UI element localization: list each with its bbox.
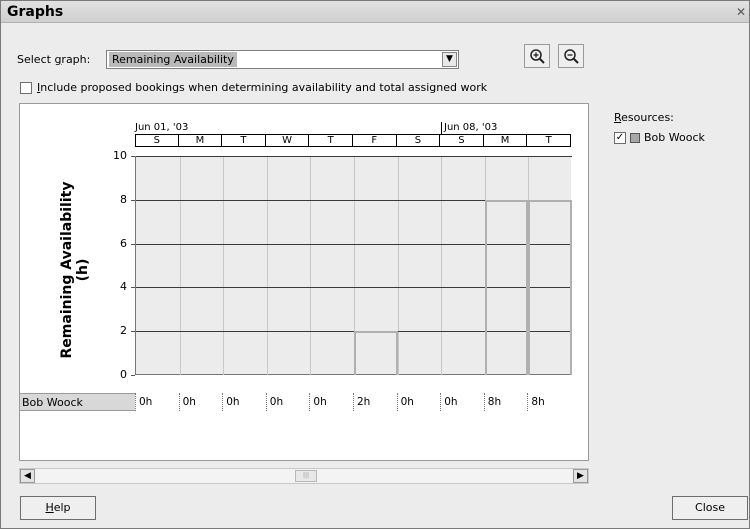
graph-panel: Jun 01, '03 Jun 08, '03 SMTWTFSSMT 02468… [19,103,589,461]
day-header-cell: S [440,135,484,147]
scroll-right-icon[interactable]: ▶ [573,469,588,483]
resource-value-cell: 8h [483,393,528,411]
day-header-cell: W [265,135,310,147]
include-proposed-label: Include proposed bookings when determini… [37,81,488,94]
close-button[interactable]: Close [672,496,748,520]
window-close-icon[interactable]: ✕ [735,5,747,19]
day-header-cell: F [353,135,397,147]
y-tick [131,243,135,245]
availability-bar [354,331,398,375]
gridline [136,156,572,157]
resource-value-cell: 0h [222,393,266,411]
title-bar: Graphs ✕ [1,1,749,23]
day-header-cell: T [222,135,266,147]
resource-value-cell: 8h [527,393,571,411]
resources-label: Resources: [614,111,674,124]
day-header-cell: M [483,135,528,147]
y-tick [131,375,135,376]
chart-plot-area [135,156,572,375]
resource-color-swatch [630,133,640,143]
select-graph-dropdown[interactable]: Remaining Availability ▼ [106,50,459,69]
day-header-cell: S [396,135,441,147]
scroll-thumb[interactable]: ||| [295,470,317,482]
day-header-cell: T [527,135,571,147]
day-header-cell: T [309,135,353,147]
zoom-in-icon [530,49,545,64]
resource-name: Bob Woock [644,131,705,144]
y-axis-label: Remaining Availability (h) [59,181,91,359]
graphs-dialog: Graphs ✕ Select graph: Remaining Availab… [0,0,750,529]
resource-value-cell: 0h [178,393,223,411]
column-separator [179,156,181,375]
zoom-in-button[interactable] [524,44,550,68]
y-tick-label: 8 [120,192,127,206]
y-tick-label: 0 [120,368,127,381]
y-tick-label: 2 [120,324,127,338]
select-graph-value: Remaining Availability [109,52,237,67]
resource-checkbox[interactable]: ✓ [614,132,626,144]
column-separator [266,156,268,375]
resource-value-cell: 0h [309,393,353,411]
resource-row-label: Bob Woock [20,393,135,411]
y-tick [131,156,135,157]
resource-value-cell: 0h [265,393,310,411]
y-tick [131,331,135,333]
horizontal-scrollbar[interactable]: ◀ ||| ▶ [19,468,589,484]
day-header-cell: S [135,135,179,147]
column-separator [310,156,312,375]
include-proposed-checkbox[interactable] [20,82,32,94]
y-tick-label: 6 [120,236,127,250]
y-tick-label: 4 [120,280,127,294]
resource-value-cell: 2h [353,393,397,411]
column-separator [223,156,225,375]
help-button[interactable]: Help [20,496,96,520]
resource-value-cell: 0h [396,393,441,411]
resource-value-cell: 0h [135,393,179,411]
y-tick-label: 10 [113,149,127,162]
week-label: Jun 01, '03 [135,122,189,133]
dialog-title: Graphs [7,4,64,20]
availability-bar [528,199,572,375]
chevron-down-icon[interactable]: ▼ [442,52,457,67]
zoom-out-icon [564,49,579,64]
scroll-left-icon[interactable]: ◀ [20,469,35,483]
y-tick [131,199,135,201]
resource-value-cell: 0h [440,393,484,411]
column-separator [441,156,443,375]
column-separator [397,156,399,375]
week-label: Jun 08, '03 [441,122,497,134]
availability-bar [484,199,529,375]
select-graph-label: Select graph: [17,53,91,66]
y-tick [131,287,135,289]
zoom-out-button[interactable] [558,44,584,68]
day-header-cell: M [178,135,223,147]
